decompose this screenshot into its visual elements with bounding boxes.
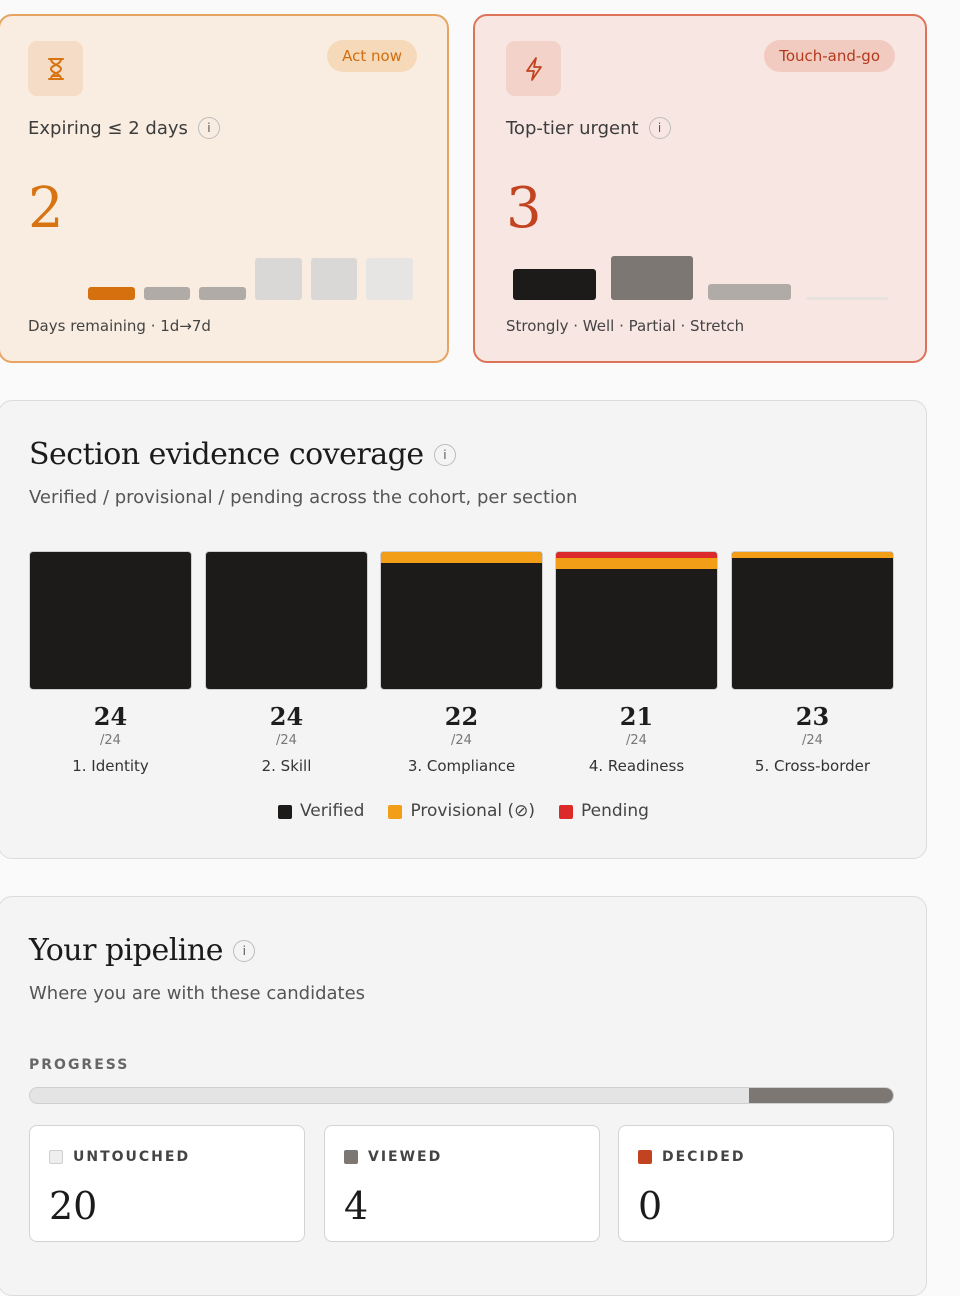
info-icon[interactable]: i <box>433 443 456 466</box>
coverage-title-row: Section evidence coverage i <box>29 437 456 472</box>
mini-bar <box>610 255 693 300</box>
coverage-count: 21 <box>619 702 654 731</box>
stat-label: VIEWED <box>368 1149 443 1165</box>
legend-label: Pending <box>581 801 649 821</box>
stat-card-viewed[interactable]: VIEWED 4 <box>324 1125 600 1242</box>
pipeline-subtitle: Where you are with these candidates <box>29 983 366 1004</box>
info-icon[interactable]: i <box>197 117 220 139</box>
mini-bar <box>708 284 791 300</box>
mini-bar <box>366 258 413 300</box>
expiring-title: Expiring ≤ 2 days <box>28 117 188 139</box>
coverage-stack-bar <box>555 551 718 690</box>
pipeline-title: Your pipeline <box>29 933 223 968</box>
coverage-count: 24 <box>93 702 128 731</box>
coverage-total: /24 <box>451 733 472 748</box>
coverage-total: /24 <box>100 733 121 748</box>
info-icon[interactable]: i <box>648 117 671 139</box>
provisional-segment <box>556 557 717 569</box>
stat-card-decided[interactable]: DECIDED 0 <box>618 1125 894 1242</box>
coverage-count: 23 <box>795 702 830 731</box>
urgent-count: 3 <box>506 176 542 241</box>
coverage-stack-bar <box>731 551 894 690</box>
progress-bar-viewed-fill <box>748 1088 893 1103</box>
coverage-column[interactable]: 23/24 5. Cross-border <box>731 551 894 775</box>
stat-header: VIEWED <box>344 1149 442 1165</box>
act-now-badge: Act now <box>327 40 417 72</box>
legend-item: Pending <box>559 801 649 821</box>
card-title: Expiring ≤ 2 days i <box>28 117 220 139</box>
pipeline-panel: Your pipeline i Where you are with these… <box>0 896 927 1296</box>
legend-swatch <box>388 805 403 819</box>
coverage-count: 22 <box>444 702 479 731</box>
coverage-section-label: 5. Cross-border <box>754 757 871 775</box>
mini-bar <box>255 258 302 300</box>
legend-swatch <box>559 805 574 819</box>
pipeline-title-row: Your pipeline i <box>29 933 255 968</box>
section-coverage-panel: Section evidence coverage i Verified / p… <box>0 400 927 859</box>
stat-swatch <box>344 1150 358 1164</box>
stat-label: DECIDED <box>662 1149 746 1165</box>
coverage-total: /24 <box>626 733 647 748</box>
card-title: Top-tier urgent i <box>506 117 671 139</box>
coverage-total: /24 <box>276 733 297 748</box>
mini-bar <box>805 297 888 300</box>
expiring-count: 2 <box>28 176 64 241</box>
legend-swatch <box>278 805 292 819</box>
touch-and-go-badge: Touch-and-go <box>764 40 895 72</box>
mini-bar <box>310 258 358 300</box>
provisional-segment <box>381 552 542 564</box>
urgent-title: Top-tier urgent <box>506 117 639 139</box>
mini-bar <box>199 287 246 300</box>
coverage-section-label: 1. Identity <box>72 757 149 775</box>
legend-label: Provisional (⊘) <box>410 801 536 821</box>
stat-swatch <box>638 1150 652 1164</box>
stat-header: UNTOUCHED <box>49 1149 190 1165</box>
mini-bar <box>513 268 596 300</box>
coverage-section-label: 2. Skill <box>261 757 312 775</box>
fit-tier-bars <box>513 246 893 300</box>
coverage-subtitle: Verified / provisional / pending across … <box>29 487 578 508</box>
coverage-stack-bar <box>380 551 543 690</box>
progress-label: PROGRESS <box>29 1057 130 1073</box>
coverage-legend: Verified Provisional (⊘) Pending <box>0 801 928 821</box>
info-icon[interactable]: i <box>232 939 255 962</box>
urgent-card[interactable]: Touch-and-go Top-tier urgent i 3 Strongl… <box>473 14 927 363</box>
stat-value: 0 <box>638 1184 663 1228</box>
expiring-footer: Days remaining · 1d→7d <box>28 317 211 335</box>
coverage-total: /24 <box>802 733 823 748</box>
stat-card-untouched[interactable]: UNTOUCHED 20 <box>29 1125 305 1242</box>
mini-bar <box>143 287 191 300</box>
days-remaining-bars <box>88 246 418 300</box>
stat-value: 20 <box>49 1184 98 1228</box>
stat-header: DECIDED <box>638 1149 745 1165</box>
legend-label: Verified <box>300 801 365 821</box>
progress-bar <box>29 1087 894 1104</box>
coverage-column[interactable]: 24/24 2. Skill <box>205 551 368 775</box>
provisional-segment <box>732 552 893 558</box>
coverage-column[interactable]: 24/24 1. Identity <box>29 551 192 775</box>
stat-swatch <box>49 1150 63 1164</box>
legend-item: Verified <box>278 801 364 821</box>
mini-bar <box>88 287 135 300</box>
stat-value: 4 <box>344 1184 369 1228</box>
coverage-section-label: 3. Compliance <box>407 757 516 775</box>
coverage-column[interactable]: 21/24 4. Readiness <box>555 551 718 775</box>
lightning-icon <box>506 41 561 96</box>
coverage-title: Section evidence coverage <box>29 437 424 472</box>
coverage-section-label: 4. Readiness <box>588 757 685 775</box>
hourglass-icon <box>28 41 83 96</box>
coverage-stack-bar <box>205 551 368 690</box>
urgent-footer: Strongly · Well · Partial · Stretch <box>506 317 745 335</box>
coverage-stack-bar <box>29 551 192 690</box>
coverage-count: 24 <box>269 702 304 731</box>
stat-label: UNTOUCHED <box>73 1149 191 1165</box>
coverage-column[interactable]: 22/24 3. Compliance <box>380 551 543 775</box>
legend-item: Provisional (⊘) <box>388 801 535 821</box>
expiring-card[interactable]: Act now Expiring ≤ 2 days i 2 Days remai… <box>0 14 449 363</box>
